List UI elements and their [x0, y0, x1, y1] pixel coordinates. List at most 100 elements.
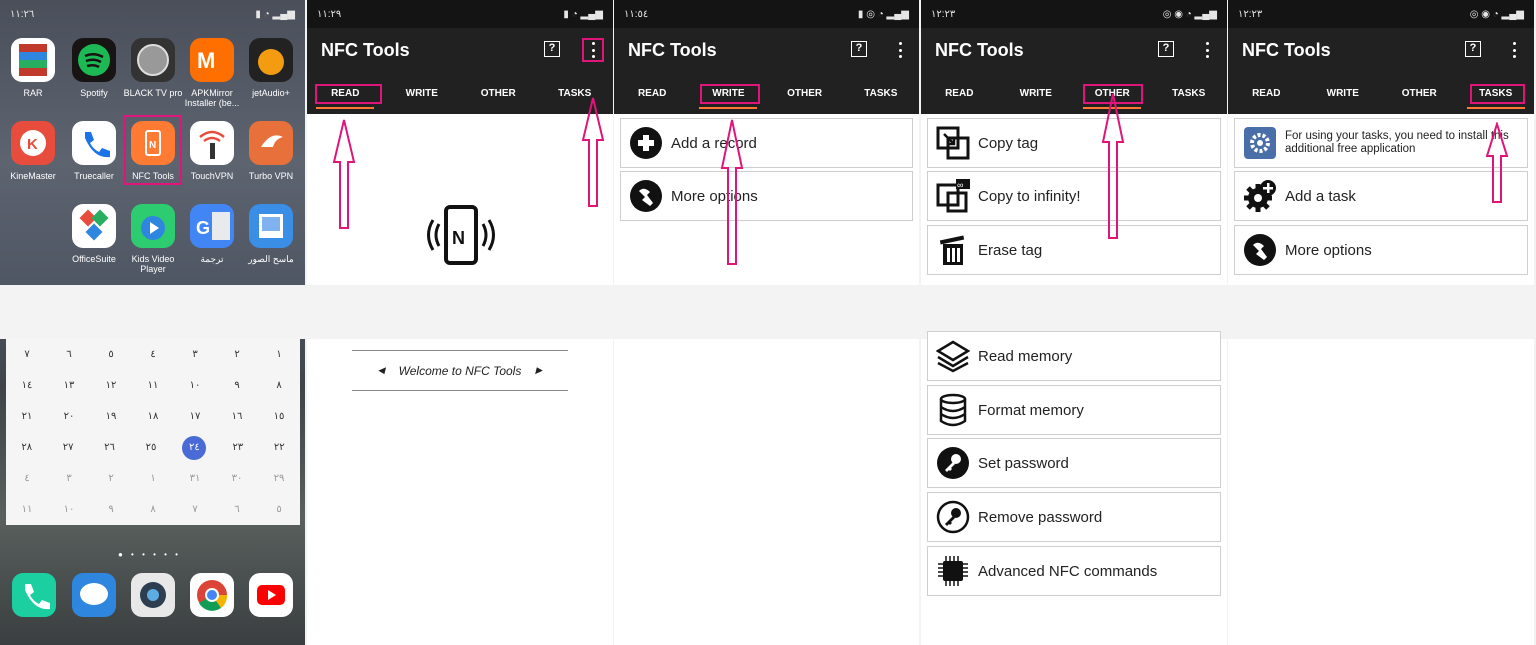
help-icon[interactable]: ?: [851, 41, 867, 57]
calendar-day[interactable]: ٩: [101, 504, 121, 515]
tab-read[interactable]: READ: [921, 80, 998, 114]
phone-app-icon[interactable]: [12, 573, 56, 617]
copy-tag-item[interactable]: Copy tag: [927, 118, 1221, 168]
add-record-item[interactable]: Add a record: [620, 118, 913, 168]
format-memory-item[interactable]: Format memory: [927, 385, 1221, 435]
app-officesuite-icon[interactable]: [72, 204, 116, 248]
status-icons: ▮ ◎ ◔ ▂▄▆: [857, 8, 909, 20]
calendar-day[interactable]: ٢٨: [17, 442, 37, 453]
tab-other[interactable]: OTHER: [460, 80, 537, 114]
app-apkmirror-icon[interactable]: M: [190, 38, 234, 82]
tab-tasks[interactable]: TASKS: [1151, 80, 1228, 114]
calendar-day[interactable]: ٦: [227, 504, 247, 515]
tasks-tab-panel: ١٢:٢٣ ◎ ◉ ◔ ▂▄▆ NFC Tools ? READ WRITE OT…: [1228, 0, 1534, 645]
help-icon[interactable]: ?: [1465, 41, 1481, 57]
tab-write[interactable]: WRITE: [998, 80, 1075, 114]
calendar-row: ٧ ٦ ٥ ٤ ٣ ٢ ١: [6, 339, 300, 370]
calendar-day[interactable]: ١٧: [185, 411, 205, 422]
calendar-day[interactable]: ٥: [269, 504, 289, 515]
calendar-day[interactable]: ٢٢: [269, 442, 289, 453]
app-kids-video-icon[interactable]: [131, 204, 175, 248]
item-label: More options: [1285, 241, 1372, 259]
camera-app-icon[interactable]: [131, 573, 175, 617]
calendar-day[interactable]: ٢٣: [228, 442, 248, 453]
more-options-item[interactable]: More options: [620, 171, 913, 221]
calendar-day[interactable]: ١٩: [101, 411, 121, 422]
calendar-day[interactable]: ٢٠: [59, 411, 79, 422]
app-photo-scanner-icon[interactable]: [249, 204, 293, 248]
install-notice-item[interactable]: For using your tasks, you need to instal…: [1234, 118, 1528, 168]
set-password-item[interactable]: Set password: [927, 438, 1221, 488]
app-touchvpn-icon[interactable]: [190, 121, 234, 165]
calendar-day[interactable]: ١٠: [59, 504, 79, 515]
calendar-day[interactable]: ٧: [17, 349, 37, 360]
calendar-day[interactable]: ٢١: [17, 411, 37, 422]
calendar-day[interactable]: ٣: [59, 473, 79, 484]
tab-write[interactable]: WRITE: [384, 80, 461, 114]
tab-read[interactable]: READ: [614, 80, 690, 114]
app-truecaller-icon[interactable]: [72, 121, 116, 165]
calendar-day[interactable]: ٢: [227, 349, 247, 360]
calendar-day[interactable]: ١٤: [17, 380, 37, 391]
erase-tag-item[interactable]: Erase tag: [927, 225, 1221, 275]
tab-write[interactable]: WRITE: [1305, 80, 1382, 114]
calendar-day[interactable]: ٢٤: [182, 435, 207, 460]
calendar-day[interactable]: ١٨: [143, 411, 163, 422]
calendar-day[interactable]: ١٢: [101, 380, 121, 391]
messages-app-icon[interactable]: [72, 573, 116, 617]
calendar-day[interactable]: ١٥: [269, 411, 289, 422]
calendar-day[interactable]: ١٦: [227, 411, 247, 422]
calendar-day[interactable]: ١٠: [185, 380, 205, 391]
calendar-day[interactable]: ٤: [17, 473, 37, 484]
app-spotify-icon[interactable]: [72, 38, 116, 82]
calendar-day[interactable]: ٣٠: [227, 473, 247, 484]
tab-read[interactable]: READ: [1228, 80, 1305, 114]
copy-infinity-item[interactable]: ∞ Copy to infinity!: [927, 171, 1221, 221]
app-translate-icon[interactable]: G: [190, 204, 234, 248]
calendar-day[interactable]: ٨: [143, 504, 163, 515]
add-task-item[interactable]: Add a task: [1234, 171, 1528, 221]
tab-tasks[interactable]: TASKS: [843, 80, 919, 114]
chrome-app-icon[interactable]: [190, 573, 234, 617]
calendar-day[interactable]: ٥: [101, 349, 121, 360]
item-label: Set password: [978, 454, 1069, 472]
calendar-day[interactable]: ٢٦: [100, 442, 120, 453]
status-icons: ◎ ◉ ◔ ▂▄▆: [1469, 8, 1524, 20]
app-label: RAR: [23, 88, 43, 98]
more-menu-icon[interactable]: [1202, 40, 1212, 60]
calendar-day[interactable]: ١: [143, 473, 163, 484]
calendar-day[interactable]: ١١: [143, 380, 163, 391]
calendar-day[interactable]: ٧: [185, 504, 205, 515]
more-menu-icon[interactable]: [1509, 40, 1519, 60]
help-icon[interactable]: ?: [544, 41, 560, 57]
calendar-day[interactable]: ٢٧: [58, 442, 78, 453]
app-turbovpn-icon[interactable]: [249, 121, 293, 165]
calendar-day[interactable]: ٣١: [185, 473, 205, 484]
app-kinemaster-icon[interactable]: K: [11, 121, 55, 165]
calendar-day[interactable]: ٢: [101, 473, 121, 484]
youtube-app-icon[interactable]: [249, 573, 293, 617]
remove-password-item[interactable]: Remove password: [927, 492, 1221, 542]
app-rar-icon[interactable]: [11, 38, 55, 82]
calendar-day[interactable]: ١٣: [59, 380, 79, 391]
calendar-day[interactable]: ٤: [143, 349, 163, 360]
welcome-text: Welcome to NFC Tools: [398, 363, 522, 378]
read-memory-item[interactable]: Read memory: [927, 331, 1221, 381]
calendar-day[interactable]: ١١: [17, 504, 37, 515]
advanced-nfc-commands-item[interactable]: Advanced NFC commands: [927, 546, 1221, 596]
calendar-day[interactable]: ٢٥: [141, 442, 161, 453]
tab-other[interactable]: OTHER: [1381, 80, 1458, 114]
help-icon[interactable]: ?: [1158, 41, 1174, 57]
calendar-day[interactable]: ٦: [59, 349, 79, 360]
tab-bar: READ WRITE OTHER TASKS: [614, 80, 919, 114]
more-menu-icon[interactable]: [895, 40, 905, 60]
calendar-day[interactable]: ٣: [185, 349, 205, 360]
calendar-day[interactable]: ٨: [269, 380, 289, 391]
calendar-day[interactable]: ٩: [227, 380, 247, 391]
more-options-item[interactable]: More options: [1234, 225, 1528, 275]
app-jetaudio-icon[interactable]: [249, 38, 293, 82]
app-blacktv-icon[interactable]: [131, 38, 175, 82]
calendar-day[interactable]: ٢٩: [269, 473, 289, 484]
tab-other[interactable]: OTHER: [767, 80, 843, 114]
calendar-day[interactable]: ١: [269, 349, 289, 360]
